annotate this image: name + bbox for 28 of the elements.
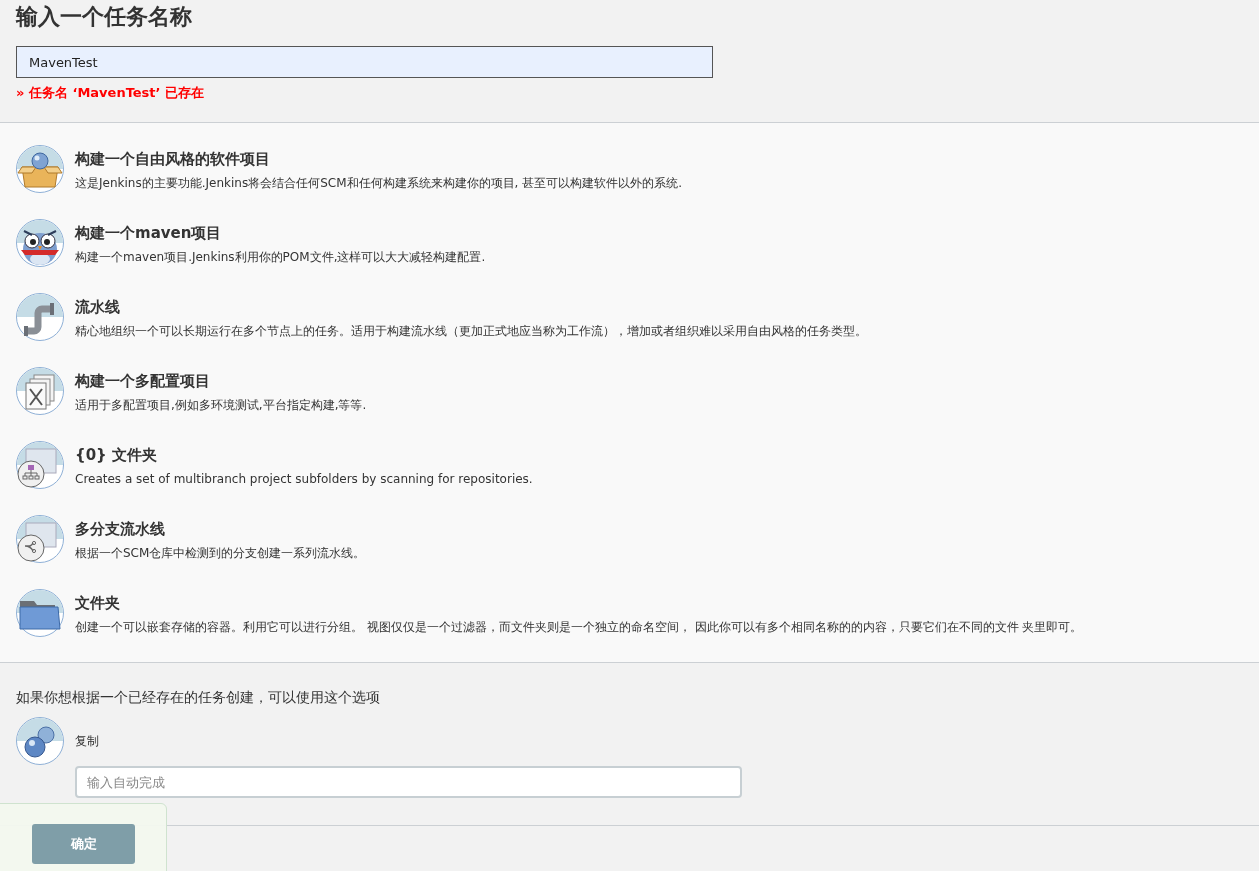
item-type-description: 根据一个SCM仓库中检测到的分支创建一系列流水线。	[75, 545, 366, 561]
item-type-title[interactable]: {0} 文件夹	[75, 445, 533, 465]
documents-tools-icon[interactable]	[16, 367, 64, 415]
item-type-title[interactable]: 多分支流水线	[75, 519, 366, 539]
item-type-description: 这是Jenkins的主要功能.Jenkins将会结合任何SCM和任何构建系统来构建你的项目, 甚至可以构建软件以外的系统.	[75, 175, 682, 191]
copy-label: 复制	[75, 732, 99, 750]
folder-icon[interactable]	[16, 589, 64, 637]
copy-hint: 如果你想根据一个已经存在的任务创建，可以使用这个选项	[16, 688, 381, 706]
box-icon[interactable]	[16, 145, 64, 193]
item-type-title[interactable]: 构建一个自由风格的软件项目	[75, 149, 682, 169]
item-name-field[interactable]: MavenTest	[16, 46, 713, 78]
folder-hierarchy-icon[interactable]	[16, 441, 64, 489]
error-message: » 任务名 ‘MavenTest’ 已存在	[16, 84, 206, 102]
item-type-description: 构建一个maven项目.Jenkins利用你的POM文件,这样可以大大减轻构建配置.	[75, 249, 486, 265]
item-type-title[interactable]: 构建一个maven项目	[75, 223, 486, 243]
item-type-title[interactable]: 流水线	[75, 297, 867, 317]
item-type-description: 创建一个可以嵌套存储的容器。利用它可以进行分组。 视图仅仅是一个过滤器，而文件夹则是一个独立的命名空间， 因此你可以有多个相同名称的的内容，只要它们在不同的文件 夹里即可。	[75, 619, 1083, 635]
owl-icon[interactable]	[16, 219, 64, 267]
item-type-description: 精心地组织一个可以长期运行在多个节点上的任务。适用于构建流水线（更加正式地应当称为工作流），增加或者组织难以采用自由风格的任务类型。	[75, 323, 867, 339]
item-type-description: Creates a set of multibranch project subfolders by scanning for repositories.	[75, 471, 533, 487]
pipe-icon[interactable]	[16, 293, 64, 341]
folder-branch-icon[interactable]	[16, 515, 64, 563]
item-type-title[interactable]: 构建一个多配置项目	[75, 371, 367, 391]
spheres-icon	[16, 717, 64, 765]
item-type-description: 适用于多配置项目,例如多环境测试,平台指定构建,等等.	[75, 397, 367, 413]
item-type-title[interactable]: 文件夹	[75, 593, 1083, 613]
page-title: 输入一个任务名称	[16, 3, 193, 31]
copy-from-field[interactable]: 输入自动完成	[75, 766, 742, 798]
